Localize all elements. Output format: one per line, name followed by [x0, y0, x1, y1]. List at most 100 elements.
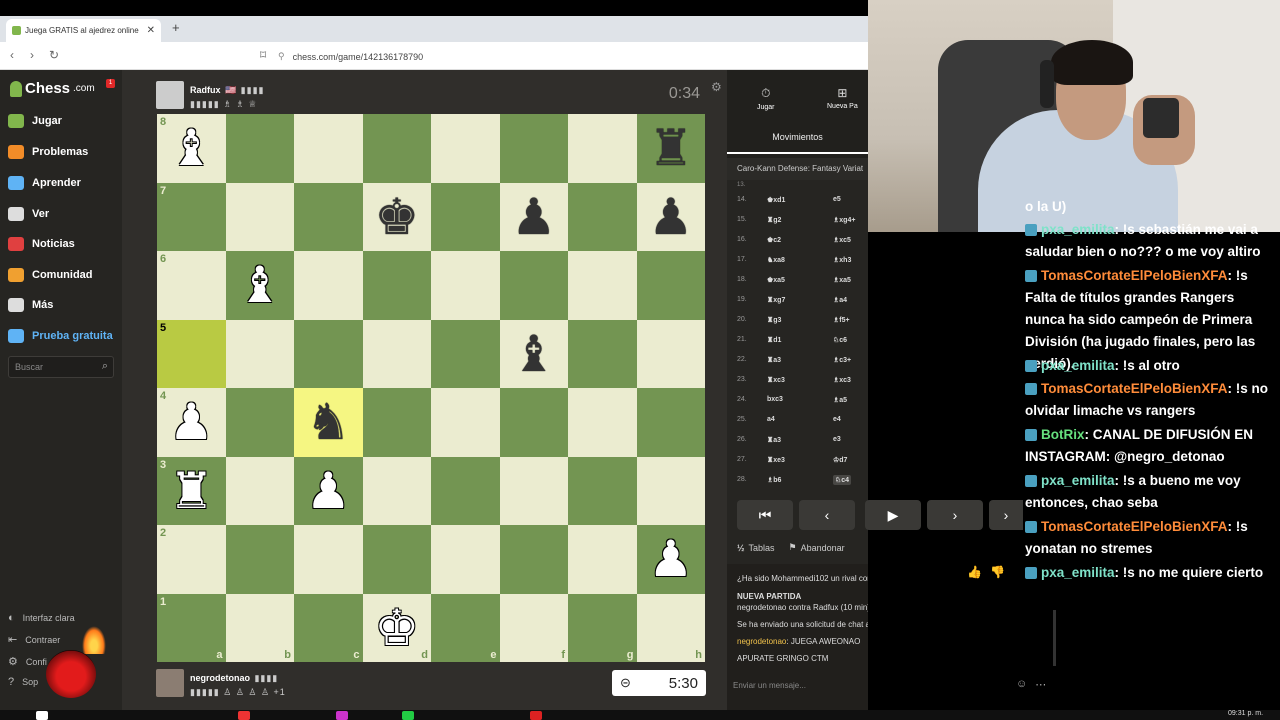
black-move[interactable]: ♘c4	[833, 475, 852, 485]
chat-scrollbar[interactable]	[1053, 610, 1056, 666]
opening-name[interactable]: Caro-Kann Defense: Fantasy Variat	[727, 158, 868, 180]
white-bishop-icon[interactable]: ♝	[169, 123, 214, 173]
chat-username[interactable]: pxa_emilita	[1041, 222, 1115, 237]
chat-username[interactable]: BotRix	[1041, 427, 1085, 442]
black-move[interactable]: ♗a5	[833, 396, 847, 404]
black-move[interactable]: e3	[833, 436, 841, 443]
app-icon-3[interactable]	[402, 711, 414, 720]
white-move[interactable]: ♜g2	[767, 216, 781, 224]
square-g3[interactable]	[568, 456, 637, 525]
sidebar-item-6[interactable]: Más	[8, 298, 53, 312]
sidebar-item-7[interactable]: Prueba gratuita	[8, 329, 113, 343]
black-move[interactable]: e4	[833, 416, 841, 423]
square-e4[interactable]	[431, 388, 500, 457]
square-h5[interactable]	[636, 319, 705, 388]
square-f1[interactable]: f	[499, 593, 568, 662]
emoji-icon[interactable]: ☺	[1016, 678, 1027, 691]
square-f6[interactable]	[499, 251, 568, 320]
resign-button[interactable]: ⚑ Abandonar	[789, 542, 845, 553]
square-h3[interactable]	[636, 456, 705, 525]
square-g8[interactable]	[568, 114, 637, 183]
square-c5[interactable]	[294, 319, 363, 388]
square-a6[interactable]: 6	[157, 251, 226, 320]
white-rook-icon[interactable]: ♜	[169, 466, 214, 516]
square-c8[interactable]	[294, 114, 363, 183]
white-king-icon[interactable]: ♚	[374, 603, 419, 653]
square-b6[interactable]: ♝	[225, 251, 294, 320]
black-move[interactable]: ♗f5+	[833, 316, 850, 324]
white-pawn-icon[interactable]: ♟	[169, 397, 214, 447]
square-f4[interactable]	[499, 388, 568, 457]
white-move[interactable]: ♜g3	[767, 316, 781, 324]
first-move-button[interactable]: ⏮	[737, 500, 793, 530]
square-d8[interactable]	[362, 114, 431, 183]
square-d1[interactable]: d ♚	[362, 593, 431, 662]
square-d2[interactable]	[362, 525, 431, 594]
black-move[interactable]: ♘c6	[833, 336, 847, 344]
square-g7[interactable]	[568, 182, 637, 251]
white-move[interactable]: ♜xc3	[767, 376, 785, 384]
black-knight-icon[interactable]: ♞	[306, 397, 351, 447]
black-bishop-icon[interactable]: ♝	[511, 329, 556, 379]
sidebar-bottom-3[interactable]: ? Sop	[8, 676, 38, 688]
square-e8[interactable]	[431, 114, 500, 183]
square-e7[interactable]	[431, 182, 500, 251]
next-move-button[interactable]: ›	[927, 500, 983, 530]
chess-logo[interactable]: Chess .com	[10, 80, 95, 97]
white-move[interactable]: ♜a3	[767, 436, 781, 444]
square-g1[interactable]: g	[568, 593, 637, 662]
square-b3[interactable]	[225, 456, 294, 525]
square-a8[interactable]: 8 ♝	[157, 114, 226, 183]
square-h2[interactable]: ♟	[636, 525, 705, 594]
square-g5[interactable]	[568, 319, 637, 388]
square-c3[interactable]: ♟	[294, 456, 363, 525]
app-icon-4[interactable]	[530, 711, 542, 720]
sidebar-bottom-0[interactable]: ◐ Interfaz clara	[8, 612, 75, 624]
square-a1[interactable]: 1a	[157, 593, 226, 662]
site-info-icon[interactable]: ⚲	[278, 51, 285, 62]
white-move[interactable]: ♞xa8	[767, 256, 785, 264]
black-move[interactable]: e5	[833, 196, 841, 203]
square-c6[interactable]	[294, 251, 363, 320]
sidebar-item-3[interactable]: Ver	[8, 207, 49, 221]
tab-play[interactable]: ⏱ Jugar	[757, 86, 775, 111]
square-a7[interactable]: 7	[157, 182, 226, 251]
square-e3[interactable]	[431, 456, 500, 525]
black-move[interactable]: ♗xg4+	[833, 216, 855, 224]
square-b2[interactable]	[225, 525, 294, 594]
player-avatar[interactable]	[156, 669, 184, 697]
square-b1[interactable]: b	[225, 593, 294, 662]
square-d5[interactable]	[362, 319, 431, 388]
square-e5[interactable]	[431, 319, 500, 388]
square-b7[interactable]	[225, 182, 294, 251]
draw-button[interactable]: ½ Tablas	[737, 542, 775, 553]
sidebar-item-5[interactable]: Comunidad	[8, 268, 93, 282]
more-options-icon[interactable]: ⋯	[1035, 678, 1046, 691]
opponent-name[interactable]: Radfux	[190, 85, 221, 95]
white-move[interactable]: a4	[767, 416, 775, 423]
black-move[interactable]: ♗c3+	[833, 356, 851, 364]
reload-icon[interactable]: ↻	[49, 48, 59, 62]
black-pawn-icon[interactable]: ♟	[648, 192, 693, 242]
player-name[interactable]: negrodetonao	[190, 673, 250, 683]
square-d7[interactable]: ♚	[362, 182, 431, 251]
square-h4[interactable]	[636, 388, 705, 457]
square-c1[interactable]: c	[294, 593, 363, 662]
sidebar-bottom-1[interactable]: ⇤ Contraer	[8, 633, 60, 646]
square-g6[interactable]	[568, 251, 637, 320]
black-move[interactable]: ♗xh3	[833, 256, 851, 264]
white-move[interactable]: ♚xd1	[767, 196, 785, 204]
square-g4[interactable]	[568, 388, 637, 457]
square-d6[interactable]	[362, 251, 431, 320]
board-settings-icon[interactable]: ⚙	[711, 80, 722, 94]
square-b4[interactable]	[225, 388, 294, 457]
thumbs-down-icon[interactable]: 👎	[990, 565, 1005, 579]
black-move[interactable]: ♗xc3	[833, 376, 851, 384]
prev-move-button[interactable]: ‹	[799, 500, 855, 530]
black-move[interactable]: ♔d7	[833, 456, 847, 464]
square-d3[interactable]	[362, 456, 431, 525]
black-move[interactable]: ♗a4	[833, 296, 847, 304]
browser-tab[interactable]: Juega GRATIS al ajedrez online ✕	[6, 19, 161, 42]
chat-username[interactable]: TomasCortateElPeloBienXFA	[1041, 268, 1228, 283]
square-h6[interactable]	[636, 251, 705, 320]
